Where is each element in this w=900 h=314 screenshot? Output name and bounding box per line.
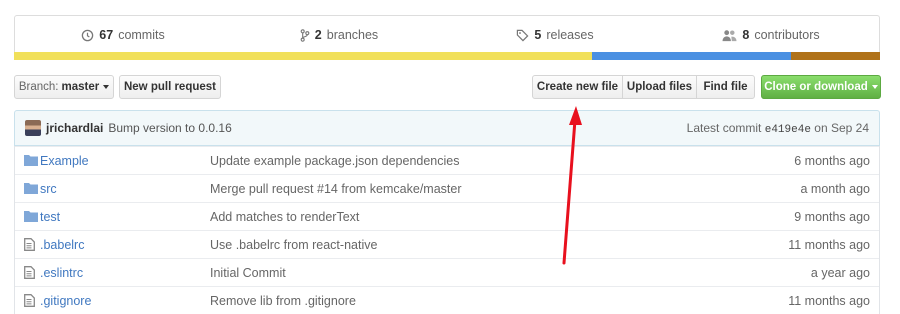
file-icon — [24, 238, 35, 251]
history-icon — [82, 29, 94, 41]
folder-icon — [24, 183, 38, 194]
file-icon — [24, 266, 35, 279]
branches-count: 2 — [314, 28, 322, 42]
find-file-button[interactable]: Find file — [696, 75, 755, 99]
file-name[interactable]: Example — [40, 154, 89, 168]
file-commit-message[interactable]: Use .babelrc from react-native — [210, 238, 377, 252]
contributors-count: 8 — [742, 28, 750, 42]
commit-author[interactable]: jrichardlai — [46, 121, 103, 135]
chevron-down-icon — [871, 85, 878, 89]
file-age: a year ago — [810, 265, 870, 280]
file-list: Example Update example package.json depe… — [14, 146, 880, 314]
contributors-label: contributors — [754, 28, 820, 42]
file-age: 11 months ago — [788, 293, 870, 308]
file-commit-message[interactable]: Add matches to renderText — [210, 210, 359, 224]
branch-icon — [300, 28, 310, 42]
commits-count: 67 — [99, 28, 114, 42]
file-age: 6 months ago — [794, 153, 870, 168]
commit-sha[interactable]: e419e4e — [765, 124, 811, 136]
clone-label: Clone or download — [764, 81, 868, 93]
contributors-link[interactable]: 8 contributors — [663, 16, 879, 54]
people-icon — [722, 29, 737, 41]
list-item: test Add matches to renderText 9 months … — [15, 202, 879, 230]
file-commit-message[interactable]: Update example package.json dependencies — [210, 154, 459, 168]
avatar[interactable] — [25, 120, 41, 136]
language-segment[interactable] — [790, 52, 880, 60]
commits-label: commits — [118, 28, 165, 42]
file-age: 9 months ago — [794, 209, 870, 224]
releases-link[interactable]: 5 releases — [447, 16, 663, 54]
list-item: .gitignore Remove lib from .gitignore 11… — [15, 286, 879, 314]
chevron-down-icon — [103, 85, 110, 89]
list-item: src Merge pull request #14 from kemcake/… — [15, 174, 879, 202]
upload-files-button[interactable]: Upload files — [622, 75, 697, 99]
new-pull-request-button[interactable]: New pull request — [119, 75, 221, 99]
file-name[interactable]: .eslintrc — [40, 266, 83, 280]
branch-select-button[interactable]: Branch: master — [14, 75, 114, 99]
folder-icon — [24, 155, 38, 166]
file-commit-message[interactable]: Initial Commit — [210, 266, 286, 280]
list-item: Example Update example package.json depe… — [15, 146, 879, 174]
latest-commit-prefix: Latest commit — [686, 120, 762, 135]
commits-link[interactable]: 67 commits — [15, 16, 231, 54]
file-name[interactable]: .babelrc — [40, 238, 84, 252]
language-segment[interactable] — [14, 52, 592, 60]
releases-count: 5 — [534, 28, 542, 42]
folder-icon — [24, 211, 38, 222]
language-bar[interactable] — [14, 52, 880, 60]
create-new-file-button[interactable]: Create new file — [532, 75, 623, 99]
file-name[interactable]: .gitignore — [40, 294, 91, 308]
file-icon — [24, 294, 35, 307]
file-commit-message[interactable]: Merge pull request #14 from kemcake/mast… — [210, 182, 462, 196]
branches-label: branches — [326, 28, 379, 42]
commit-date: on Sep 24 — [814, 120, 869, 135]
file-name[interactable]: test — [40, 210, 60, 224]
branch-prefix: Branch: — [18, 81, 59, 93]
latest-commit-bar: jrichardlai Bump version to 0.0.16 Lates… — [14, 110, 880, 146]
latest-commit-info: Latest commit e419e4e on Sep 24 — [687, 121, 869, 136]
branches-link[interactable]: 2 branches — [231, 16, 447, 54]
commit-message[interactable]: Bump version to 0.0.16 — [108, 121, 231, 135]
tag-icon — [517, 29, 529, 41]
file-age: a month ago — [800, 181, 871, 196]
file-name[interactable]: src — [40, 182, 57, 196]
file-age: 11 months ago — [788, 237, 870, 252]
language-segment[interactable] — [591, 52, 791, 60]
releases-label: releases — [546, 28, 594, 42]
clone-or-download-button[interactable]: Clone or download — [761, 75, 881, 99]
list-item: .eslintrc Initial Commit a year ago — [15, 258, 879, 286]
list-item: .babelrc Use .babelrc from react-native … — [15, 230, 879, 258]
branch-name: master — [61, 81, 100, 93]
file-actions-group: Create new file Upload files Find file — [532, 75, 755, 99]
file-commit-message[interactable]: Remove lib from .gitignore — [210, 294, 356, 308]
